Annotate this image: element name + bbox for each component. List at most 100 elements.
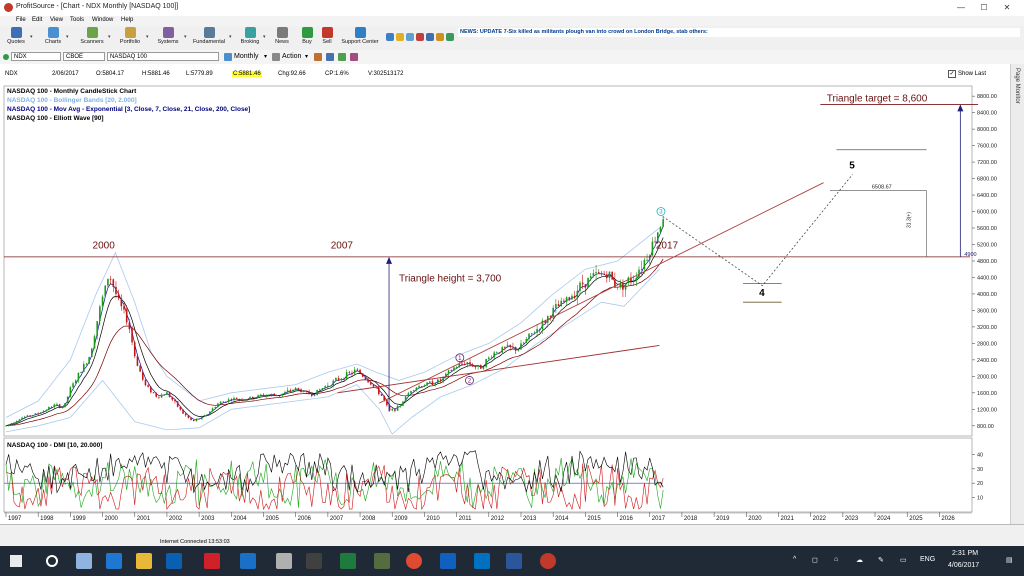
action-menu[interactable]: Action: [282, 53, 301, 60]
tool-icon-1[interactable]: [386, 33, 394, 41]
ohlc-info-bar: NDX 2/06/2017 O:5804.17 H:5881.46 L:5779…: [0, 64, 1010, 85]
pen-icon[interactable]: ✎: [878, 556, 884, 564]
scanners-button[interactable]: Scanners: [78, 27, 106, 49]
candle-body: [7, 424, 10, 426]
excel-icon[interactable]: [340, 553, 356, 569]
candle-body: [219, 401, 222, 404]
fundamental-button[interactable]: Fundamental: [192, 27, 226, 49]
candle-body: [262, 394, 265, 396]
tool-icon-7[interactable]: [446, 33, 454, 41]
exchange-select[interactable]: CBOE: [63, 52, 105, 61]
lang-indicator[interactable]: ENG: [920, 556, 935, 563]
x-tick-label: 2014: [555, 516, 569, 522]
edge-icon[interactable]: [106, 553, 122, 569]
candle-body: [434, 383, 436, 386]
scanners-dropdown[interactable]: ▾: [108, 34, 111, 40]
menu-window[interactable]: Window: [92, 17, 113, 23]
period-dropdown-icon[interactable]: ▾: [264, 53, 267, 60]
app-icon-green[interactable]: [374, 553, 390, 569]
tool-icon-b[interactable]: [326, 53, 334, 61]
menu-file[interactable]: File: [16, 17, 26, 23]
news-button[interactable]: News: [272, 27, 292, 49]
app-icon-dark[interactable]: [306, 553, 322, 569]
close-button[interactable]: ✕: [998, 2, 1016, 13]
y-tick-label: 4400.00: [977, 275, 997, 281]
clock-time[interactable]: 2:31 PM: [952, 550, 978, 557]
price-chart[interactable]: NASDAQ 100 - Monthly CandleStick Chart N…: [0, 84, 1010, 524]
quotes-button[interactable]: Quotes: [4, 27, 28, 49]
support-center-button[interactable]: Support Center: [338, 27, 382, 49]
candle-body: [155, 392, 158, 397]
candle-body: [206, 414, 208, 416]
candle-body: [77, 372, 80, 381]
candle-body: [549, 316, 552, 318]
candle-body: [136, 356, 139, 366]
network-icon[interactable]: ☁: [856, 556, 863, 564]
minimize-button[interactable]: —: [952, 2, 970, 13]
tool-icon-5[interactable]: [426, 33, 434, 41]
battery-icon[interactable]: ▭: [900, 556, 907, 564]
candle-body: [555, 304, 557, 308]
app-icon-gray[interactable]: [276, 553, 292, 569]
tool-icon-a[interactable]: [314, 53, 322, 61]
sell-button[interactable]: Sell: [318, 27, 336, 49]
news-ticker[interactable]: NEWS: UPDATE 7-Six killed as militants p…: [458, 28, 1020, 37]
x-tick-label: 2016: [620, 516, 634, 522]
portfolio-dropdown[interactable]: ▾: [146, 34, 149, 40]
tray-chevron-icon[interactable]: ^: [793, 556, 796, 563]
clock-date[interactable]: 4/06/2017: [948, 562, 979, 569]
app-icon-blue[interactable]: [474, 553, 490, 569]
task-view-icon[interactable]: [76, 553, 92, 569]
action-dropdown-icon[interactable]: ▾: [305, 53, 308, 60]
outlook-icon[interactable]: [440, 553, 456, 569]
page-monitor-side-tab[interactable]: Page Monitor: [1010, 64, 1024, 524]
tool-icon-3[interactable]: [406, 33, 414, 41]
app-k-icon[interactable]: [204, 553, 220, 569]
menu-edit[interactable]: Edit: [32, 17, 42, 23]
candle-body: [423, 385, 426, 387]
tool-icon-d[interactable]: [350, 53, 358, 61]
menu-help[interactable]: Help: [121, 17, 133, 23]
buy-button[interactable]: Buy: [298, 27, 316, 49]
menu-view[interactable]: View: [50, 17, 63, 23]
candle-body: [504, 347, 506, 348]
period-select[interactable]: Monthly: [234, 53, 259, 60]
broking-button[interactable]: Broking: [238, 27, 262, 49]
candle-body: [278, 395, 281, 397]
show-last-checkbox[interactable]: ✓: [948, 70, 956, 78]
quotes-dropdown[interactable]: ▾: [30, 34, 33, 40]
portfolio-button[interactable]: Portfolio: [116, 27, 144, 49]
menu-tools[interactable]: Tools: [70, 17, 84, 23]
x-tick-label: 2023: [845, 516, 859, 522]
fundamental-dropdown[interactable]: ▾: [229, 34, 232, 40]
tray-icon-2[interactable]: ⌂: [834, 556, 838, 563]
candle-body: [428, 381, 431, 383]
candle-body: [632, 280, 635, 282]
year-annotation-label: 2017: [656, 241, 679, 252]
profitsource-task-icon[interactable]: [540, 553, 556, 569]
chart-area[interactable]: NASDAQ 100 - Monthly CandleStick Chart N…: [0, 84, 1010, 524]
tool-icon-2[interactable]: [396, 33, 404, 41]
tool-icon-c[interactable]: [338, 53, 346, 61]
charts-dropdown[interactable]: ▾: [66, 34, 69, 40]
tray-icon-1[interactable]: ◻: [812, 556, 818, 564]
symbol-input[interactable]: NDX: [11, 52, 61, 61]
cortana-icon[interactable]: [46, 555, 58, 567]
tool-icon-4[interactable]: [416, 33, 424, 41]
broking-dropdown[interactable]: ▾: [263, 34, 266, 40]
chrome-icon[interactable]: [406, 553, 422, 569]
maximize-button[interactable]: ☐: [975, 2, 993, 13]
store-icon[interactable]: [166, 553, 182, 569]
systems-button[interactable]: Systems: [154, 27, 182, 49]
start-windows-icon[interactable]: [10, 555, 22, 567]
candle-body: [351, 372, 353, 374]
shield-app-icon[interactable]: [240, 553, 256, 569]
file-explorer-icon[interactable]: [136, 553, 152, 569]
security-name-field[interactable]: NASDAQ 100: [107, 52, 219, 61]
notifications-icon[interactable]: ▤: [1006, 556, 1013, 564]
candle-body: [45, 409, 48, 411]
word-icon[interactable]: [506, 553, 522, 569]
tool-icon-6[interactable]: [436, 33, 444, 41]
charts-button[interactable]: Charts: [42, 27, 64, 49]
systems-dropdown[interactable]: ▾: [184, 34, 187, 40]
